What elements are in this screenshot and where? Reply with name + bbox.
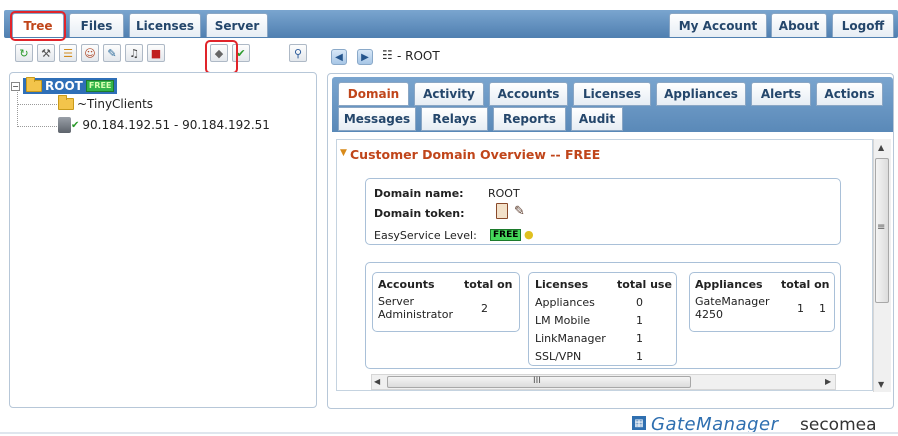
tree-root-selected[interactable]: ROOT FREE [23, 77, 118, 94]
easyservice-badge: FREE [490, 229, 522, 241]
footer-divider [0, 432, 898, 434]
lightbulb-icon: ● [524, 228, 534, 241]
online-check-icon: ✔ [71, 119, 80, 131]
tree-appliance-label: 90.184.192.51 - 90.184.192.51 [82, 118, 270, 132]
tree-icon[interactable]: ☰ [59, 44, 77, 62]
tree-root-node[interactable]: − ROOT FREE [11, 77, 118, 94]
tree-connector [17, 104, 57, 105]
license-row-total: 1 [636, 350, 643, 363]
back-icon[interactable]: ◀ [331, 49, 347, 65]
section-title: Customer Domain Overview -- FREE [350, 147, 601, 162]
tab-actions[interactable]: Actions [816, 82, 883, 106]
licenses-header: Licenses [535, 278, 589, 291]
folder-open-icon [26, 77, 42, 92]
breadcrumb: - ROOT [397, 49, 440, 63]
license-row-total: 0 [636, 296, 643, 309]
appliance-name-line2: 4250 [695, 308, 723, 321]
collapse-icon[interactable]: − [11, 81, 20, 91]
domain-tree-icon: ☷ [382, 48, 393, 62]
token-usb-icon[interactable]: ✎ [514, 204, 525, 219]
appliances-col-header: total on [781, 278, 830, 291]
licenses-col-header: total use [617, 278, 672, 291]
appliance-name-line1: GateManager [695, 295, 770, 308]
account-name-line2: Administrator [378, 308, 453, 321]
folder-icon [58, 95, 74, 110]
collapse-arrow-icon[interactable]: ▼ [340, 148, 347, 158]
tab-alerts[interactable]: Alerts [751, 82, 811, 106]
refresh-icon[interactable]: ↻ [15, 44, 33, 62]
license-row-name: LinkManager [535, 332, 606, 345]
token-document-icon[interactable] [496, 203, 508, 219]
scroll-up-icon[interactable]: ▲ [878, 143, 884, 152]
tree-connector [17, 126, 57, 127]
tab-domain[interactable]: Domain [338, 82, 409, 106]
tree-root-label: ROOT [45, 79, 83, 93]
domain-name-value: ROOT [488, 187, 520, 200]
appliance-check-icon[interactable]: ✔ [232, 44, 250, 62]
accounts-header: Accounts [378, 278, 435, 291]
tab-my-account[interactable]: My Account [669, 13, 767, 37]
accounts-col-header: total on [464, 278, 513, 291]
search-icon[interactable]: ⚲ [289, 44, 307, 62]
gatemanager-logo-icon: ▦ [632, 416, 646, 430]
license-row-total: 1 [636, 314, 643, 327]
tab-accounts[interactable]: Accounts [489, 82, 568, 106]
scroll-left-icon[interactable]: ◀ [374, 377, 380, 386]
tree-appliance-node[interactable]: ✔ 90.184.192.51 - 90.184.192.51 [58, 117, 270, 133]
license-row-name: SSL/VPN [535, 350, 582, 363]
tab-relays[interactable]: Relays [421, 107, 488, 131]
scroll-down-icon[interactable]: ▼ [878, 380, 884, 389]
appliance-online: 1 [819, 302, 826, 315]
account-name-line1: Server [378, 295, 415, 308]
edit-icon[interactable]: ✎ [103, 44, 121, 62]
tab-licenses-sub[interactable]: Licenses [573, 82, 651, 106]
appliances-header: Appliances [695, 278, 763, 291]
appliance-icon[interactable]: ◆ [210, 44, 228, 62]
license-row-name: LM Mobile [535, 314, 591, 327]
tree-folder-label: ~TinyClients [77, 97, 154, 111]
scroll-grip: III [533, 376, 541, 386]
license-row-name: Appliances [535, 296, 595, 309]
account-total: 2 [481, 302, 488, 315]
tab-server[interactable]: Server [206, 13, 268, 37]
easyservice-label: EasyService Level: [374, 229, 477, 242]
tab-activity[interactable]: Activity [414, 82, 484, 106]
tree-folder-tinyclients[interactable]: ~TinyClients [58, 95, 154, 111]
tree-connector [17, 90, 18, 127]
tab-licenses[interactable]: Licenses [129, 13, 201, 37]
tab-reports[interactable]: Reports [493, 107, 566, 131]
tab-about[interactable]: About [771, 13, 827, 37]
forward-icon[interactable]: ▶ [357, 49, 373, 65]
tools-icon[interactable]: ⚒ [37, 44, 55, 62]
scroll-right-icon[interactable]: ▶ [825, 377, 831, 386]
license-row-total: 1 [636, 332, 643, 345]
tab-files[interactable]: Files [69, 13, 124, 37]
tab-audit[interactable]: Audit [571, 107, 623, 131]
tab-logoff[interactable]: Logoff [832, 13, 894, 37]
domain-token-label: Domain token: [374, 207, 465, 220]
tab-tree[interactable]: Tree [12, 13, 64, 37]
scroll-grip: ≡ [877, 222, 886, 233]
toolbox-icon[interactable]: ■ [147, 44, 165, 62]
tab-messages[interactable]: Messages [338, 107, 416, 131]
user-icon[interactable]: ☺ [81, 44, 99, 62]
domain-name-label: Domain name: [374, 187, 464, 200]
free-badge: FREE [85, 80, 115, 92]
tab-appliances[interactable]: Appliances [656, 82, 746, 106]
appliance-device-icon [58, 117, 71, 133]
alarm-bell-icon[interactable]: ♫ [125, 44, 143, 62]
appliance-total: 1 [797, 302, 804, 315]
